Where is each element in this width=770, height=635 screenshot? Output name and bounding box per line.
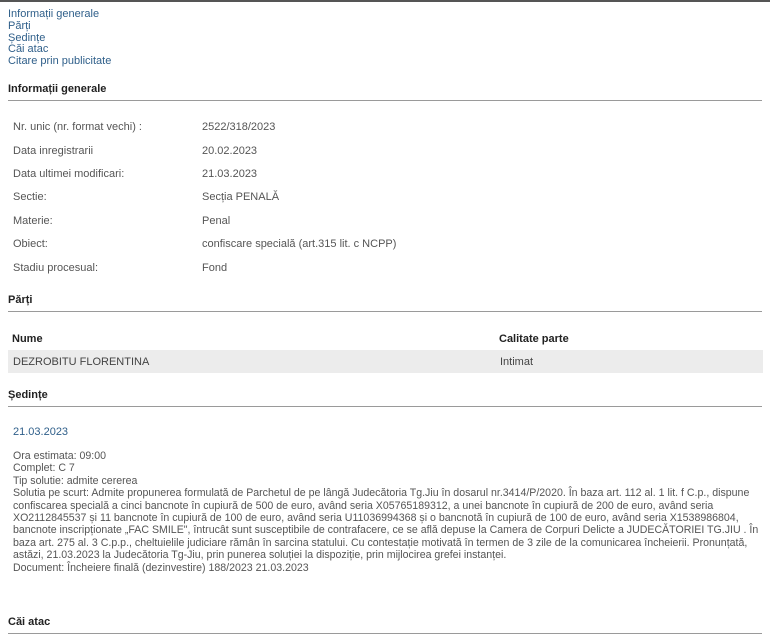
parti-table-header: Nume Calitate parte [8,327,763,349]
party-name: DEZROBITU FLORENTINA [13,356,150,368]
info-value: Fond [202,262,228,274]
section-title-informatii-generale: Informații generale [8,83,762,101]
info-value: 2522/318/2023 [202,121,276,133]
info-label: Stadiu procesual: [13,262,98,274]
hearing-solution-summary-line: XO2112845537 și 11 bancnote în cupiură d… [13,512,739,525]
hearing-solution-summary-line: confiscarea specială a cinci bancnote în… [13,499,714,512]
info-value: confiscare specială (art.315 lit. c NCPP… [202,238,397,250]
column-header-nume: Nume [12,333,43,345]
info-label: Nr. unic (nr. format vechi) : [13,121,142,133]
hearing-solution-summary-line: baza art. 275 al. 3 C.p.p., cheltuielile… [13,536,748,549]
hearing-details: Ora estimata: 09:00 Complet: C 7 Tip sol… [13,450,759,574]
column-header-calitate-parte: Calitate parte [499,333,569,345]
section-title-sedinte: Ședințe [8,389,762,407]
top-border [0,0,770,2]
hearing-solution-summary-line: bancnote inscripționate „FAC SMILE", înt… [13,524,759,537]
hearing-solution-type: Tip solutie: admite cererea [13,474,138,487]
hearing-solution-summary-line: Solutia pe scurt: Admite propunerea form… [13,487,750,500]
hearing-panel: Complet: C 7 [13,462,75,475]
nav-link-citare-prin-publicitate[interactable]: Citare prin publicitate [8,55,111,68]
info-label: Obiect: [13,238,48,250]
section-nav: Informații generale Părți Ședințe Căi at… [8,8,111,68]
info-label: Sectie: [13,191,47,203]
info-value: Penal [202,215,231,227]
section-title-parti: Părți [8,294,762,312]
table-row: DEZROBITU FLORENTINA Intimat [8,350,763,373]
info-value: 20.02.2023 [202,145,258,157]
hearing-time: Ora estimata: 09:00 [13,450,107,462]
section-title-cai-atac: Căi atac [8,616,762,634]
info-label: Materie: [13,215,53,227]
hearing-document: Document: Încheiere finală (dezinvestire… [13,561,309,574]
info-label: Data inregistrarii [13,145,94,157]
info-value: 21.03.2023 [202,168,258,180]
info-label: Data ultimei modificari: [13,168,125,180]
party-role: Intimat [500,356,534,368]
nav-link-parti[interactable]: Părți [8,20,111,33]
hearing-date: 21.03.2023 [13,426,69,438]
hearing-solution-summary-line: astăzi, 21.03.2023 la Judecătoria Tg-Jiu… [13,549,507,562]
info-value: Secția PENALĂ [202,191,280,203]
